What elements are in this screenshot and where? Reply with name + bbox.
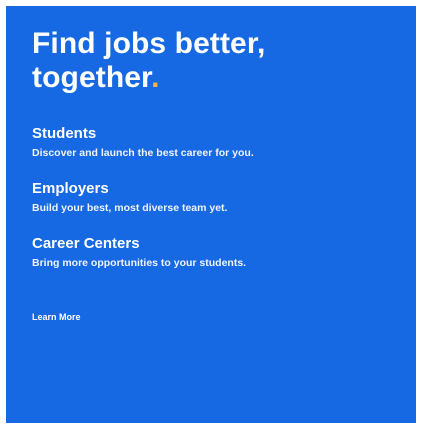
- section-title-career-centers: Career Centers: [32, 235, 140, 252]
- hero-headline: Find jobs better, together.: [32, 27, 392, 95]
- headline-accent-dot: .: [151, 61, 160, 94]
- section-students: Students Discover and launch the best ca…: [32, 125, 254, 160]
- section-employers: Employers Build your best, most diverse …: [32, 180, 227, 215]
- section-description-career-centers: Bring more opportunities to your student…: [32, 257, 247, 269]
- section-career-centers: Career Centers Bring more opportunities …: [32, 235, 246, 270]
- page-frame: Find jobs better, together. Students Dis…: [0, 0, 422, 429]
- section-description-employers: Build your best, most diverse team yet.: [32, 202, 228, 214]
- learn-more-link[interactable]: Learn More: [32, 311, 81, 323]
- hero-panel: Find jobs better, together. Students Dis…: [6, 6, 416, 423]
- section-description-students: Discover and launch the best career for …: [32, 147, 254, 159]
- section-title-students: Students: [32, 125, 97, 142]
- headline-line-1: Find jobs better,: [32, 27, 266, 60]
- headline-line-2: together: [32, 61, 152, 94]
- section-title-employers: Employers: [32, 180, 109, 197]
